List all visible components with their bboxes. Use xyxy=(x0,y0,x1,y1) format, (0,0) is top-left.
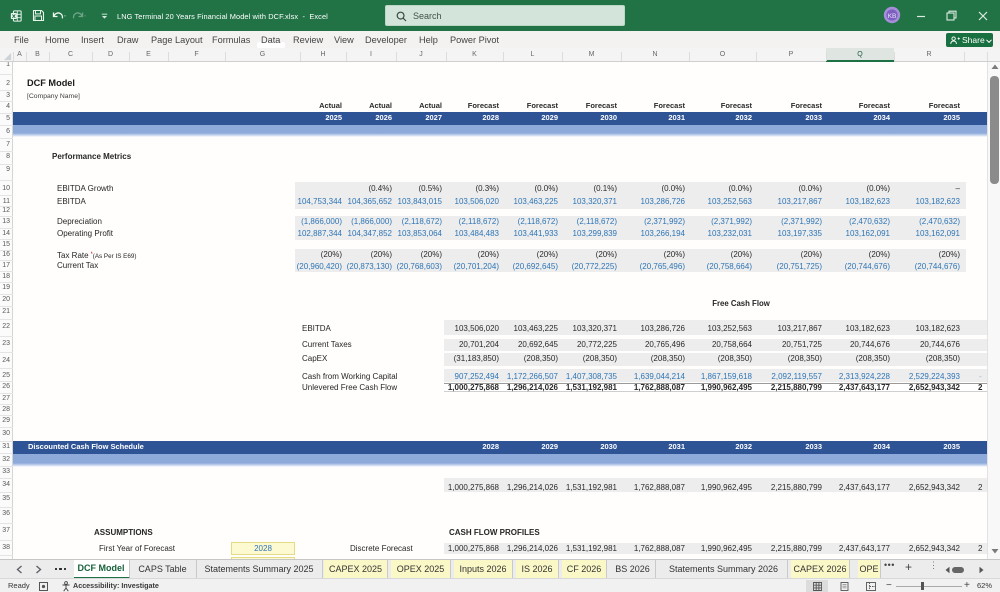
svg-text:KB: KB xyxy=(888,13,897,20)
